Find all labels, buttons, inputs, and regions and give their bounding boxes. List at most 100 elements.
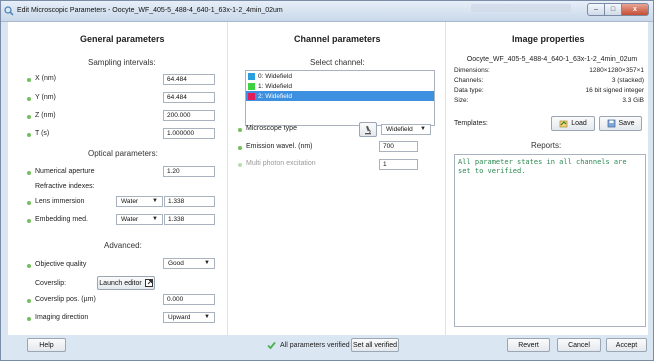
y-nm-input[interactable]: 64.484: [163, 92, 215, 103]
embedding-medium-label: Embedding med.: [35, 216, 88, 223]
general-parameters-panel: General parameters Sampling intervals: X…: [8, 22, 227, 335]
accept-button[interactable]: Accept: [606, 338, 647, 352]
t-s-input[interactable]: 1.000000: [163, 128, 215, 139]
status-dot: [27, 299, 31, 303]
status-dot: [238, 146, 242, 150]
launch-editor-button[interactable]: Launch editor: [97, 276, 155, 290]
x-nm-input[interactable]: 64.484: [163, 74, 215, 85]
maximize-button[interactable]: □: [604, 3, 621, 16]
external-launch-icon: [144, 279, 153, 287]
status-dot: [238, 163, 242, 167]
status-dot: [27, 97, 31, 101]
multiphoton-excitation-label: Multi photon excitation: [246, 160, 316, 167]
x-nm-label: X (nm): [35, 75, 56, 82]
embedding-input[interactable]: 1.338: [164, 214, 215, 225]
status-dot: [27, 171, 31, 175]
channel-parameters-panel: Channel parameters Select channel: 0: Wi…: [227, 22, 446, 335]
status-dot: [27, 133, 31, 137]
optical-parameters-title: Optical parameters:: [88, 149, 158, 158]
bottom-bar: Help All parameters verified Set all ver…: [8, 335, 648, 355]
load-label: Load: [571, 120, 587, 127]
channel-list: 0: Widefield 1: Widefield 2: Widefield: [245, 70, 435, 126]
chevron-down-icon: ▼: [204, 314, 210, 320]
cancel-button[interactable]: Cancel: [557, 338, 601, 352]
help-button[interactable]: Help: [27, 338, 66, 352]
sampling-intervals-title: Sampling intervals:: [88, 58, 156, 67]
status-dot: [27, 264, 31, 268]
set-all-verified-button[interactable]: Set all verified: [351, 338, 399, 352]
multiphoton-excitation-input[interactable]: 1: [379, 159, 418, 170]
reports-label: Reports:: [531, 141, 562, 150]
revert-button[interactable]: Revert: [507, 338, 550, 352]
verified-status-text: All parameters verified: [280, 342, 350, 349]
channel-parameters-title: Channel parameters: [294, 34, 381, 44]
imaging-direction-select[interactable]: Upward ▼: [163, 312, 215, 323]
z-nm-input[interactable]: 200.000: [163, 110, 215, 121]
microscope-type-value: Widefield: [386, 126, 413, 133]
embedding-medium-select[interactable]: Water ▼: [116, 214, 163, 225]
title-bar[interactable]: Edit Microscopic Parameters - Oocyte_WF_…: [1, 1, 653, 22]
templates-label: Templates:: [454, 120, 488, 127]
reports-textarea[interactable]: All parameter states in all channels are…: [454, 154, 646, 327]
objective-quality-select[interactable]: Good ▼: [163, 258, 215, 269]
imaging-direction-label: Imaging direction: [35, 314, 89, 321]
window-title: Edit Microscopic Parameters - Oocyte_WF_…: [17, 7, 283, 14]
channel-label: 0: Widefield: [258, 72, 292, 80]
size-value: 3.3 GiB: [622, 97, 644, 104]
embedding-medium-value: Water: [121, 216, 139, 223]
microscope-icon-button[interactable]: [359, 122, 377, 137]
minimize-button[interactable]: –: [587, 3, 604, 16]
status-dot: [27, 219, 31, 223]
magnifier-app-icon: [4, 6, 14, 16]
coverslip-position-input[interactable]: 0.000: [163, 294, 215, 305]
chevron-down-icon: ▼: [204, 260, 210, 266]
numerical-aperture-label: Numerical aperture: [35, 168, 95, 175]
channel-color-swatch: [248, 72, 255, 80]
emission-wavelength-input[interactable]: 700: [379, 141, 418, 152]
image-properties-panel: Image properties Oocyte_WF_405-5_488-4_6…: [446, 22, 648, 335]
dimensions-key: Dimensions:: [454, 67, 490, 74]
status-dot: [27, 201, 31, 205]
channel-label: 2: Widefield: [258, 92, 292, 100]
check-icon: [267, 341, 276, 350]
emission-wavelength-label: Emission wavel. (nm): [246, 143, 313, 150]
image-properties-title: Image properties: [512, 34, 585, 44]
chevron-down-icon: ▼: [420, 126, 426, 132]
close-button[interactable]: x: [621, 3, 649, 16]
select-channel-label: Select channel:: [310, 58, 365, 67]
dimensions-value: 1280×1280×357×1: [589, 67, 644, 74]
save-template-button[interactable]: Save: [599, 116, 642, 131]
status-dot: [238, 128, 242, 132]
general-parameters-title: General parameters: [80, 34, 165, 44]
channel-label: 1: Widefield: [258, 82, 292, 90]
image-filename: Oocyte_WF_405-5_488-4_640-1_63x-1-2_4min…: [466, 56, 638, 63]
chevron-down-icon: ▼: [152, 216, 158, 222]
z-nm-label: Z (nm): [35, 112, 56, 119]
microscope-type-label: Microscope type: [246, 125, 297, 132]
lens-immersion-medium-select[interactable]: Water ▼: [116, 196, 163, 207]
objective-quality-value: Good: [168, 260, 184, 267]
status-dot: [27, 317, 31, 321]
t-s-label: T (s): [35, 130, 50, 137]
data-type-value: 16 bit signed integer: [585, 87, 644, 94]
channels-key: Channels:: [454, 77, 484, 84]
lens-immersion-input[interactable]: 1.338: [164, 196, 215, 207]
status-dot: [27, 115, 31, 119]
channel-list-item-1[interactable]: 1: Widefield: [246, 81, 434, 91]
status-dot: [27, 78, 31, 82]
microscope-type-select[interactable]: Widefield ▼: [381, 124, 431, 135]
load-template-button[interactable]: Load: [551, 116, 595, 131]
lens-immersion-medium-value: Water: [121, 198, 139, 205]
channel-color-swatch: [248, 82, 255, 90]
lens-immersion-label: Lens immersion: [35, 198, 85, 205]
dialog-content: General parameters Sampling intervals: X…: [8, 22, 648, 335]
background-window-title: [471, 4, 571, 12]
channel-list-item-0[interactable]: 0: Widefield: [246, 71, 434, 81]
refractive-indexes-label: Refractive indexes:: [35, 183, 95, 190]
numerical-aperture-input[interactable]: 1.20: [163, 166, 215, 177]
data-type-key: Data type:: [454, 87, 484, 94]
channel-color-swatch: [248, 92, 255, 100]
channel-list-item-2[interactable]: 2: Widefield: [246, 91, 434, 101]
coverslip-position-label: Coverslip pos. (µm): [35, 296, 96, 303]
load-icon: [559, 120, 568, 128]
